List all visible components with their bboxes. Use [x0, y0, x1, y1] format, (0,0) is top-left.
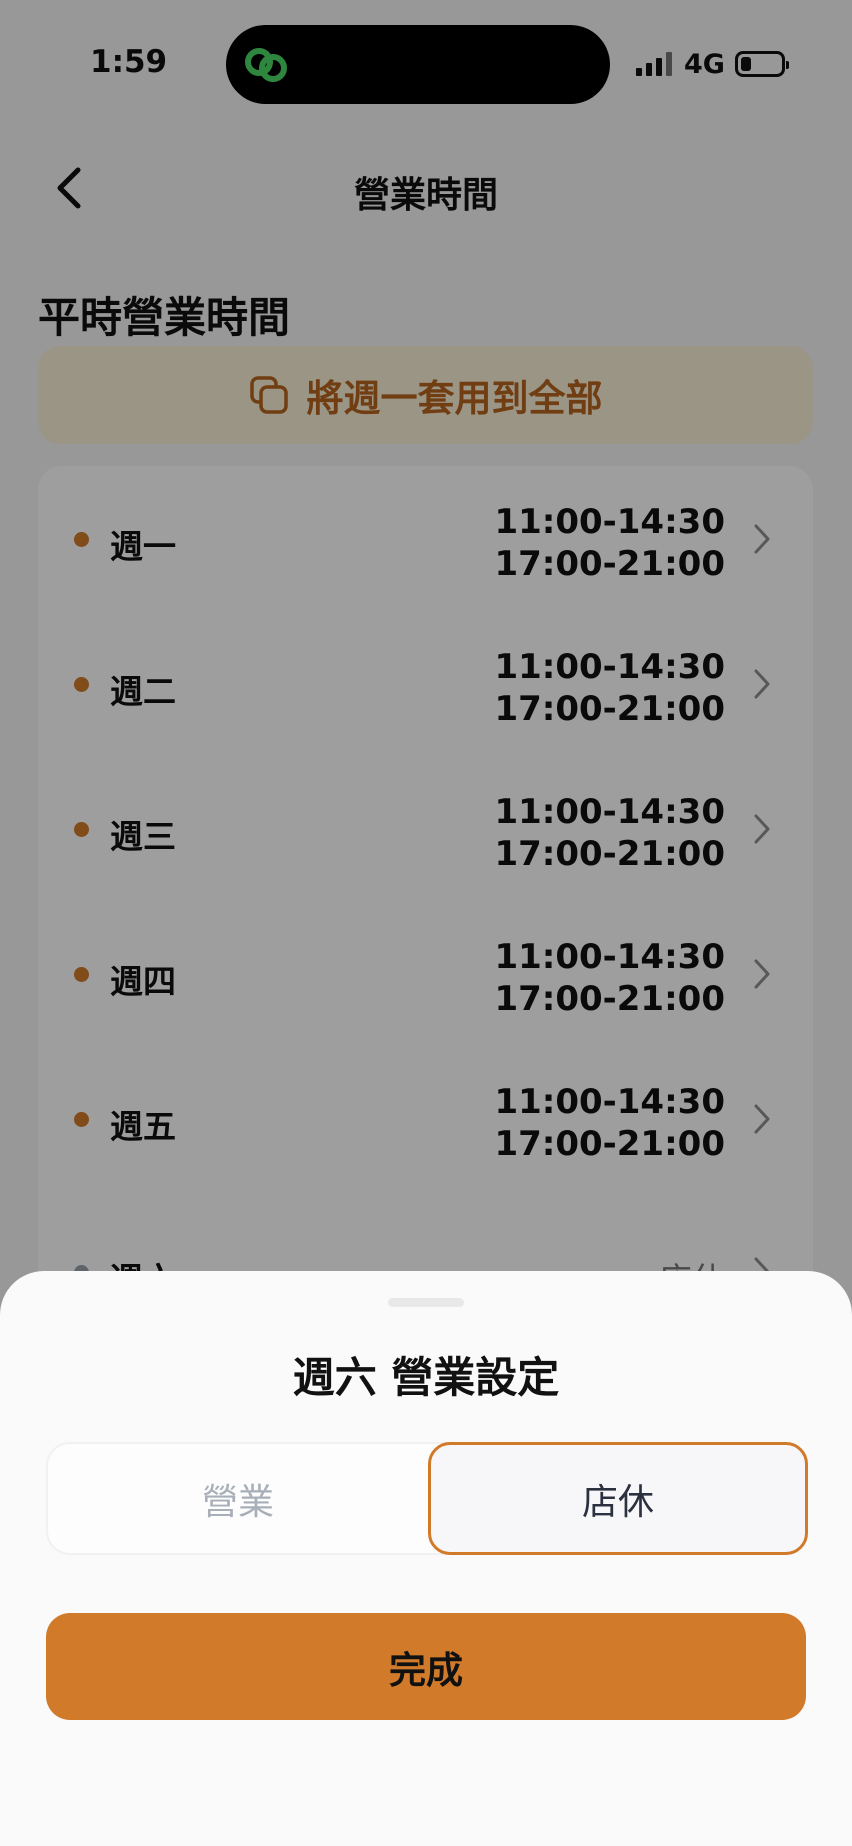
done-button[interactable]: 完成	[46, 1613, 806, 1720]
bottom-sheet: 週六 營業設定 營業 店休 完成	[0, 1271, 852, 1846]
option-closed-button[interactable]: 店休	[428, 1442, 808, 1555]
option-open-button[interactable]: 營業	[48, 1444, 428, 1553]
open-closed-segmented-control: 營業 店休	[46, 1442, 808, 1555]
sheet-title: 週六 營業設定	[292, 1353, 560, 1402]
sheet-grabber[interactable]	[388, 1298, 464, 1307]
